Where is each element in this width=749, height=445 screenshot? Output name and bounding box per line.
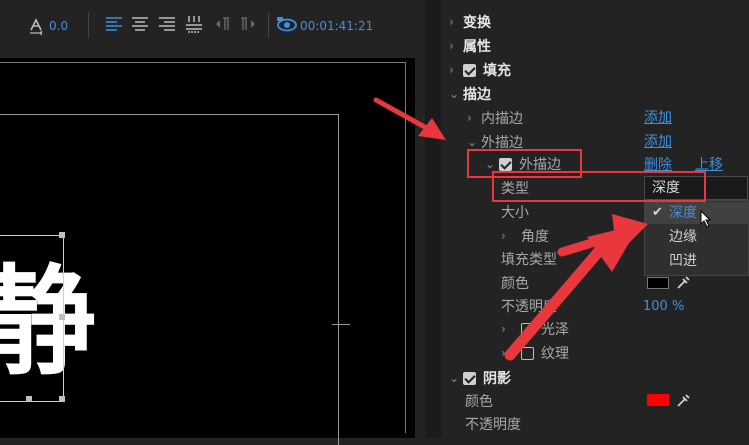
arrow-shaft (504, 244, 606, 361)
arrow-head (587, 224, 640, 272)
arrow-icon (373, 97, 446, 140)
annotation-arrows (373, 97, 648, 361)
